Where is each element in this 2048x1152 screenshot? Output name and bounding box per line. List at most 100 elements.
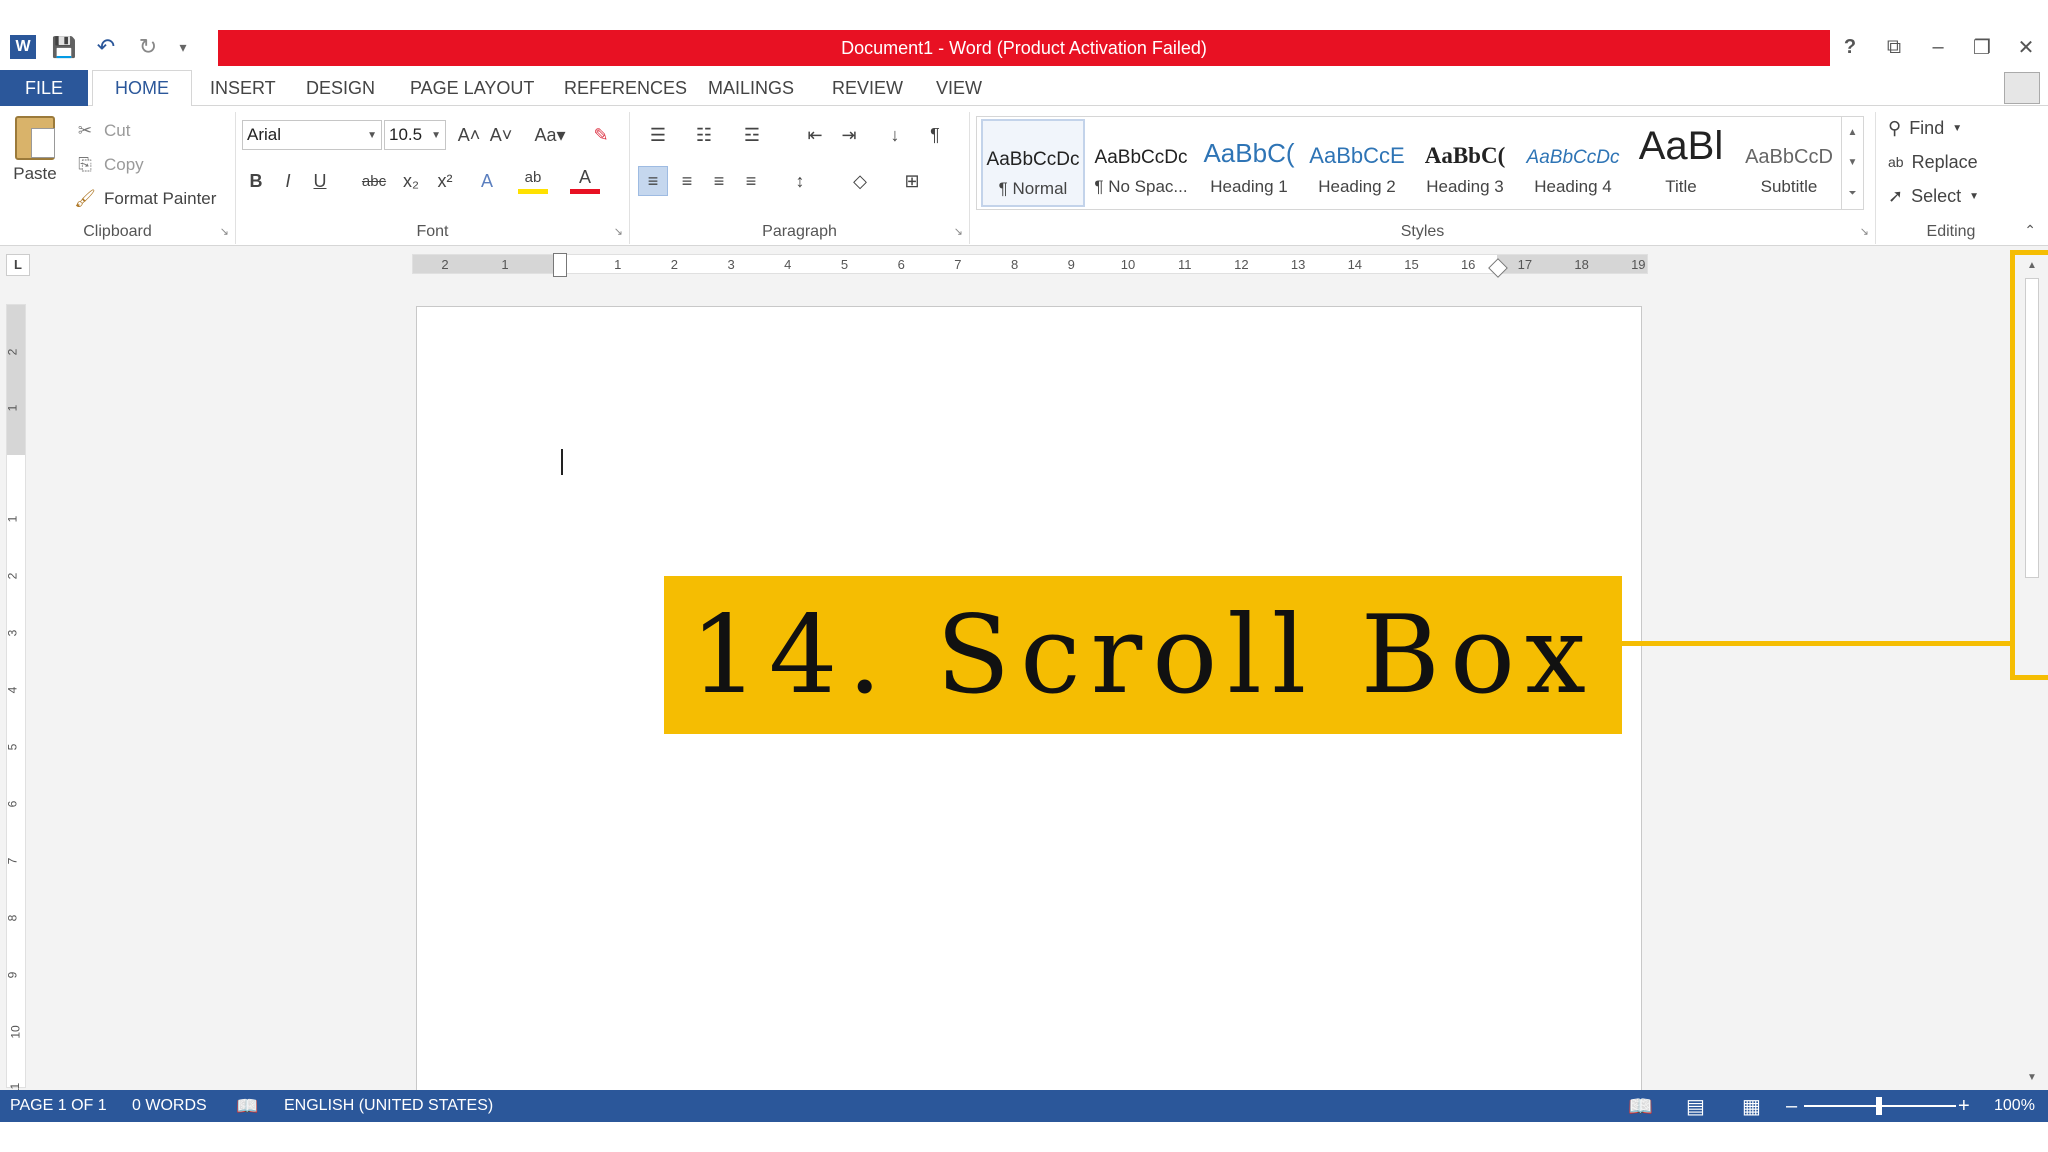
- language-status[interactable]: ENGLISH (UNITED STATES): [284, 1090, 493, 1122]
- shrink-font-button[interactable]: A˅: [486, 120, 516, 150]
- word-count-status[interactable]: 0 WORDS: [132, 1090, 207, 1122]
- style-heading-3[interactable]: AaBbC( Heading 3: [1413, 119, 1517, 207]
- borders-button[interactable]: ⊞: [892, 166, 932, 196]
- tab-selector-button[interactable]: L: [6, 254, 30, 276]
- decrease-indent-button[interactable]: ⇤: [800, 120, 830, 150]
- font-size-select[interactable]: 10.5 ▼: [384, 120, 446, 150]
- ribbon-display-options-icon[interactable]: ⧉: [1872, 28, 1916, 66]
- tab-review[interactable]: REVIEW: [810, 70, 925, 106]
- sort-button[interactable]: ↓: [880, 120, 910, 150]
- copy-label: Copy: [104, 155, 144, 174]
- ruler-tick-label: 15: [1404, 257, 1419, 272]
- align-left-button[interactable]: ≡: [638, 166, 668, 196]
- font-size-value: 10.5: [389, 125, 423, 144]
- zoom-slider-knob[interactable]: [1876, 1097, 1882, 1115]
- customize-qat-icon[interactable]: ▾: [176, 33, 190, 61]
- grow-font-button[interactable]: A˄: [454, 120, 484, 150]
- subscript-button[interactable]: x₂: [396, 166, 426, 196]
- close-button[interactable]: ✕: [2004, 28, 2048, 66]
- tab-home[interactable]: HOME: [92, 70, 192, 107]
- style-heading-2[interactable]: AaBbCcE Heading 2: [1305, 119, 1409, 207]
- style-normal[interactable]: AaBbCcDc ¶ Normal: [981, 119, 1085, 207]
- proofing-icon[interactable]: 📖: [236, 1090, 258, 1122]
- copy-button[interactable]: ⎘ Copy: [74, 152, 144, 178]
- scroll-down-icon[interactable]: ▼: [2022, 1068, 2042, 1088]
- format-painter-button[interactable]: 🖌 Format Painter: [74, 186, 216, 212]
- style-heading-1[interactable]: AaBbC( Heading 1: [1197, 119, 1301, 207]
- clear-formatting-button[interactable]: ✎: [586, 120, 616, 150]
- clipboard-launcher-icon[interactable]: ↘: [220, 225, 229, 238]
- style-heading-4[interactable]: AaBbCcDc Heading 4: [1521, 119, 1625, 207]
- find-button[interactable]: ⚲ Find ▼: [1888, 114, 1962, 142]
- indent-marker-icon[interactable]: [553, 253, 567, 277]
- help-icon[interactable]: ?: [1828, 28, 1872, 66]
- zoom-in-button[interactable]: +: [1958, 1090, 1970, 1122]
- text-cursor: [561, 449, 563, 475]
- align-right-button[interactable]: ≡: [704, 166, 734, 196]
- highlight-button[interactable]: ab: [518, 166, 548, 194]
- select-button[interactable]: ➚ Select ▼: [1888, 182, 1979, 210]
- superscript-button[interactable]: x²: [430, 166, 460, 196]
- paintbrush-icon: 🖌: [74, 189, 96, 208]
- strikethrough-button[interactable]: abc: [356, 166, 392, 196]
- bullets-button[interactable]: ☰: [638, 120, 678, 150]
- vertical-ruler[interactable]: 2 1 1 2 3 4 5 6 7 8 9 10 11: [5, 304, 26, 1095]
- underline-button[interactable]: U: [306, 166, 334, 196]
- tab-mailings[interactable]: MAILINGS: [686, 70, 816, 106]
- zoom-out-button[interactable]: –: [1786, 1090, 1797, 1122]
- numbering-button[interactable]: ☷: [684, 120, 724, 150]
- ruler-area: L 2 1 1 2 3 4 5 6 7 8 9 10 11 12 13 14 15 16 17 18 19: [0, 246, 2048, 282]
- style-no-spacing[interactable]: AaBbCcDc ¶ No Spac...: [1089, 119, 1193, 207]
- tab-view[interactable]: VIEW: [914, 70, 1004, 106]
- text-effects-button[interactable]: A: [472, 166, 502, 196]
- restore-button[interactable]: ❐: [1960, 28, 2004, 66]
- tab-references[interactable]: REFERENCES: [542, 70, 709, 106]
- cut-button[interactable]: ✂ Cut: [74, 118, 131, 144]
- style-subtitle[interactable]: AaBbCcD Subtitle: [1737, 119, 1841, 207]
- font-family-select[interactable]: Arial ▼: [242, 120, 382, 150]
- save-icon[interactable]: 💾: [50, 33, 78, 61]
- read-mode-icon[interactable]: 📖: [1628, 1090, 1653, 1122]
- horizontal-ruler[interactable]: 2 1 1 2 3 4 5 6 7 8 9 10 11 12 13 14 15 16 17 18 19: [412, 253, 1648, 278]
- vertical-ruler-tick-label: 4: [5, 686, 20, 694]
- word-icon[interactable]: W: [10, 35, 36, 59]
- increase-indent-button[interactable]: ⇥: [834, 120, 864, 150]
- minimize-button[interactable]: –: [1916, 28, 1960, 66]
- tab-file[interactable]: FILE: [0, 70, 88, 106]
- style-preview: AaBbCcE: [1309, 143, 1405, 168]
- align-center-button[interactable]: ≡: [672, 166, 702, 196]
- web-layout-icon[interactable]: ▦: [1742, 1090, 1761, 1122]
- chevron-up-icon[interactable]: ▲: [1848, 127, 1858, 138]
- line-spacing-button[interactable]: ↕: [780, 166, 820, 196]
- redo-icon[interactable]: ↻: [134, 33, 162, 61]
- italic-button[interactable]: I: [274, 166, 302, 196]
- page-count-status[interactable]: PAGE 1 OF 1: [10, 1090, 107, 1122]
- replace-button[interactable]: ab Replace: [1888, 148, 1978, 176]
- change-case-button[interactable]: Aa▾: [526, 120, 574, 150]
- zoom-level[interactable]: 100%: [1994, 1090, 2035, 1122]
- gallery-more-icon[interactable]: ⏷: [1849, 188, 1857, 199]
- multilevel-list-button[interactable]: ☲: [732, 120, 772, 150]
- justify-button[interactable]: ≡: [736, 166, 766, 196]
- font-launcher-icon[interactable]: ↘: [614, 225, 623, 238]
- chevron-down-icon[interactable]: ▼: [1848, 157, 1858, 168]
- bold-button[interactable]: B: [242, 166, 270, 196]
- account-avatar[interactable]: [2004, 72, 2040, 104]
- collapse-ribbon-icon[interactable]: ⌃: [2024, 222, 2036, 239]
- paragraph-launcher-icon[interactable]: ↘: [954, 225, 963, 238]
- font-color-button[interactable]: A: [570, 166, 600, 194]
- print-layout-icon[interactable]: ▤: [1686, 1090, 1705, 1122]
- vertical-ruler-tick-label: 7: [5, 857, 20, 865]
- tab-design[interactable]: DESIGN: [284, 70, 397, 106]
- shading-button[interactable]: ◇: [840, 166, 880, 196]
- paragraph-group-label: Paragraph: [762, 223, 837, 240]
- paste-button[interactable]: Paste: [10, 116, 60, 184]
- styles-launcher-icon[interactable]: ↘: [1860, 225, 1869, 238]
- tab-insert[interactable]: INSERT: [188, 70, 298, 106]
- ruler-tick-label: 1: [501, 257, 509, 272]
- style-title[interactable]: AaBl Title: [1629, 119, 1733, 207]
- show-marks-button[interactable]: ¶: [920, 120, 950, 150]
- tab-page-layout[interactable]: PAGE LAYOUT: [388, 70, 556, 106]
- undo-icon[interactable]: ↶: [92, 33, 120, 61]
- vertical-ruler-tick-label: 1: [5, 515, 20, 523]
